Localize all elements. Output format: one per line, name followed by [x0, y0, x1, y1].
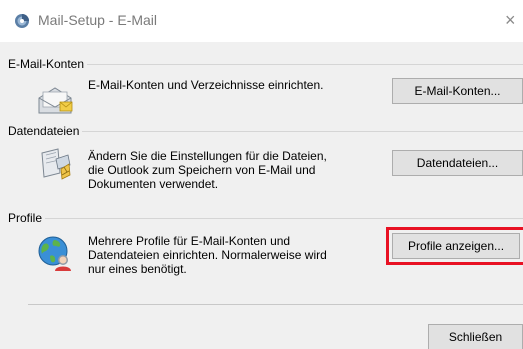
data-files-description: Ändern Sie die Einstellungen für die Dat… — [88, 149, 327, 191]
mail-setup-window: Mail-Setup - E-Mail × E-Mail-Konten E-Ma… — [0, 0, 523, 349]
profile-globe-icon — [36, 234, 74, 272]
close-button[interactable]: Schließen — [428, 324, 523, 349]
profiles-description: Mehrere Profile für E-Mail-Konten und Da… — [88, 234, 327, 276]
email-accounts-description: E-Mail-Konten und Verzeichnisse einricht… — [88, 78, 324, 92]
title-bar: Mail-Setup - E-Mail × — [0, 0, 523, 42]
window-title: Mail-Setup - E-Mail — [38, 12, 158, 28]
email-accounts-group: E-Mail-Konten — [0, 56, 523, 72]
close-window-icon[interactable]: × — [505, 8, 523, 32]
show-profiles-button[interactable]: Profile anzeigen... — [386, 227, 523, 265]
profiles-group-label: Profile — [0, 210, 46, 226]
dialog-body: E-Mail-Konten E-Mail-Konten und Verzeich… — [0, 42, 523, 349]
mail-setup-app-icon — [14, 13, 30, 29]
data-files-button[interactable]: Datendateien... — [392, 150, 523, 176]
data-files-icon — [36, 145, 74, 183]
email-accounts-group-label: E-Mail-Konten — [0, 56, 88, 72]
email-accounts-button[interactable]: E-Mail-Konten... — [392, 78, 523, 104]
data-files-group: Datendateien — [0, 123, 523, 139]
envelope-icon — [36, 80, 74, 118]
data-files-group-label: Datendateien — [0, 123, 83, 139]
footer-separator — [28, 304, 523, 305]
profiles-group: Profile — [0, 210, 523, 226]
